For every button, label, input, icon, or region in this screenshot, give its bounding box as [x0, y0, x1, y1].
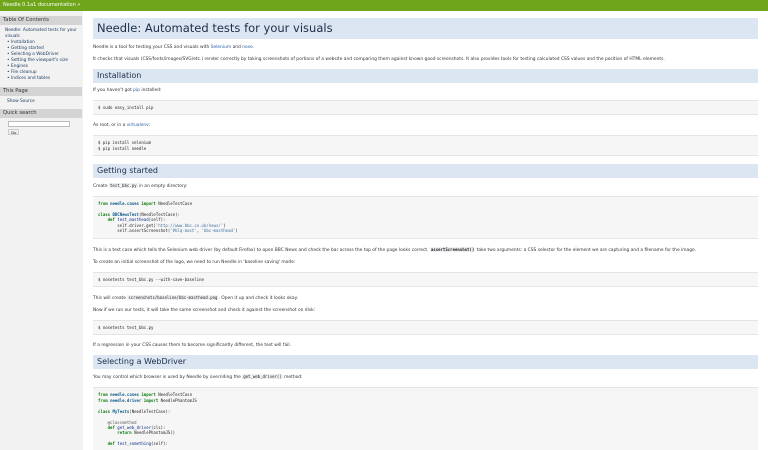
nose-link[interactable]: nose — [242, 45, 252, 50]
go-button[interactable]: Go — [8, 129, 20, 135]
main-content: Needle: Automated tests for your visuals… — [83, 11, 768, 450]
getting-started-paragraph-6: If a regression in your CSS causes them … — [93, 343, 291, 349]
install-paragraph-1: If you haven't got pip installed: — [93, 88, 162, 93]
baseline-command-code: $ nosetests test_bbc.py --with-save-base… — [93, 271, 758, 288]
getting-started-paragraph-5: Now if we run our tests, it will take th… — [93, 308, 316, 314]
install-paragraph-2: As root, or in a virtualenv: — [93, 123, 151, 129]
get-web-driver-code: get_web_driver() — [242, 374, 283, 380]
selecting-webdriver-heading: Selecting a WebDriver — [93, 355, 758, 370]
getting-started-heading: Getting started — [93, 164, 758, 179]
getting-started-paragraph-3: To create an initial screenshot of the l… — [93, 259, 296, 265]
install-pip-code: $ sudo easy_install pip — [93, 100, 758, 116]
test-file-code: test_bbc.py — [109, 183, 138, 189]
sidebar: Table Of Contents Needle: Automated test… — [0, 11, 82, 450]
documentation-link[interactable]: Needle 0.1a1 documentation » — [3, 2, 80, 8]
assert-screenshot-code: assertScreenshot() — [429, 246, 476, 252]
getting-started-paragraph-4: This will create screenshots/baseline/bb… — [93, 295, 298, 302]
search-input[interactable] — [8, 121, 70, 127]
webdriver-paragraph-1: You may control which browser is used by… — [93, 374, 303, 381]
webdriver-code-block: from needle.cases import NeedleTestCase … — [93, 387, 758, 450]
installation-heading: Installation — [93, 69, 758, 83]
getting-started-paragraph-1: Create test_bbc.py in an empty directory… — [93, 183, 188, 190]
selenium-link[interactable]: Selenium — [211, 45, 231, 50]
top-navbar: Needle 0.1a1 documentation » — [0, 0, 768, 11]
toc-item-indices-tables[interactable]: Indices and tables — [7, 76, 82, 82]
run-tests-code: $ nosetests test_bbc.py — [93, 320, 758, 336]
test-bbc-code-block: from needle.cases import NeedleTestCase … — [93, 196, 758, 239]
quick-search-form: Go — [0, 118, 82, 136]
baseline-path-code: screenshots/baseline/bbc-masthead.png — [127, 295, 219, 301]
show-source-link[interactable]: Show Source — [0, 96, 82, 104]
this-page-heading: This Page — [0, 87, 82, 96]
quick-search-heading: Quick search — [0, 109, 82, 118]
toc-root-link[interactable]: Needle: Automated tests for your visuals — [5, 28, 82, 40]
page-title: Needle: Automated tests for your visuals — [93, 18, 758, 39]
virtualenv-link[interactable]: virtualenv — [127, 123, 149, 128]
intro-paragraph-1: Needle is a tool for testing your CSS an… — [93, 45, 255, 50]
pip-link[interactable]: pip — [133, 88, 140, 93]
install-packages-code: $ pip install selenium $ pip install nee… — [93, 135, 758, 157]
table-of-contents: Needle: Automated tests for your visuals… — [0, 25, 82, 82]
intro-paragraph-2: It checks that visuals (CSS/fonts/images… — [93, 57, 665, 62]
getting-started-paragraph-2: This is a test case which tells the Sele… — [93, 246, 697, 253]
toc-heading: Table Of Contents — [0, 16, 82, 25]
